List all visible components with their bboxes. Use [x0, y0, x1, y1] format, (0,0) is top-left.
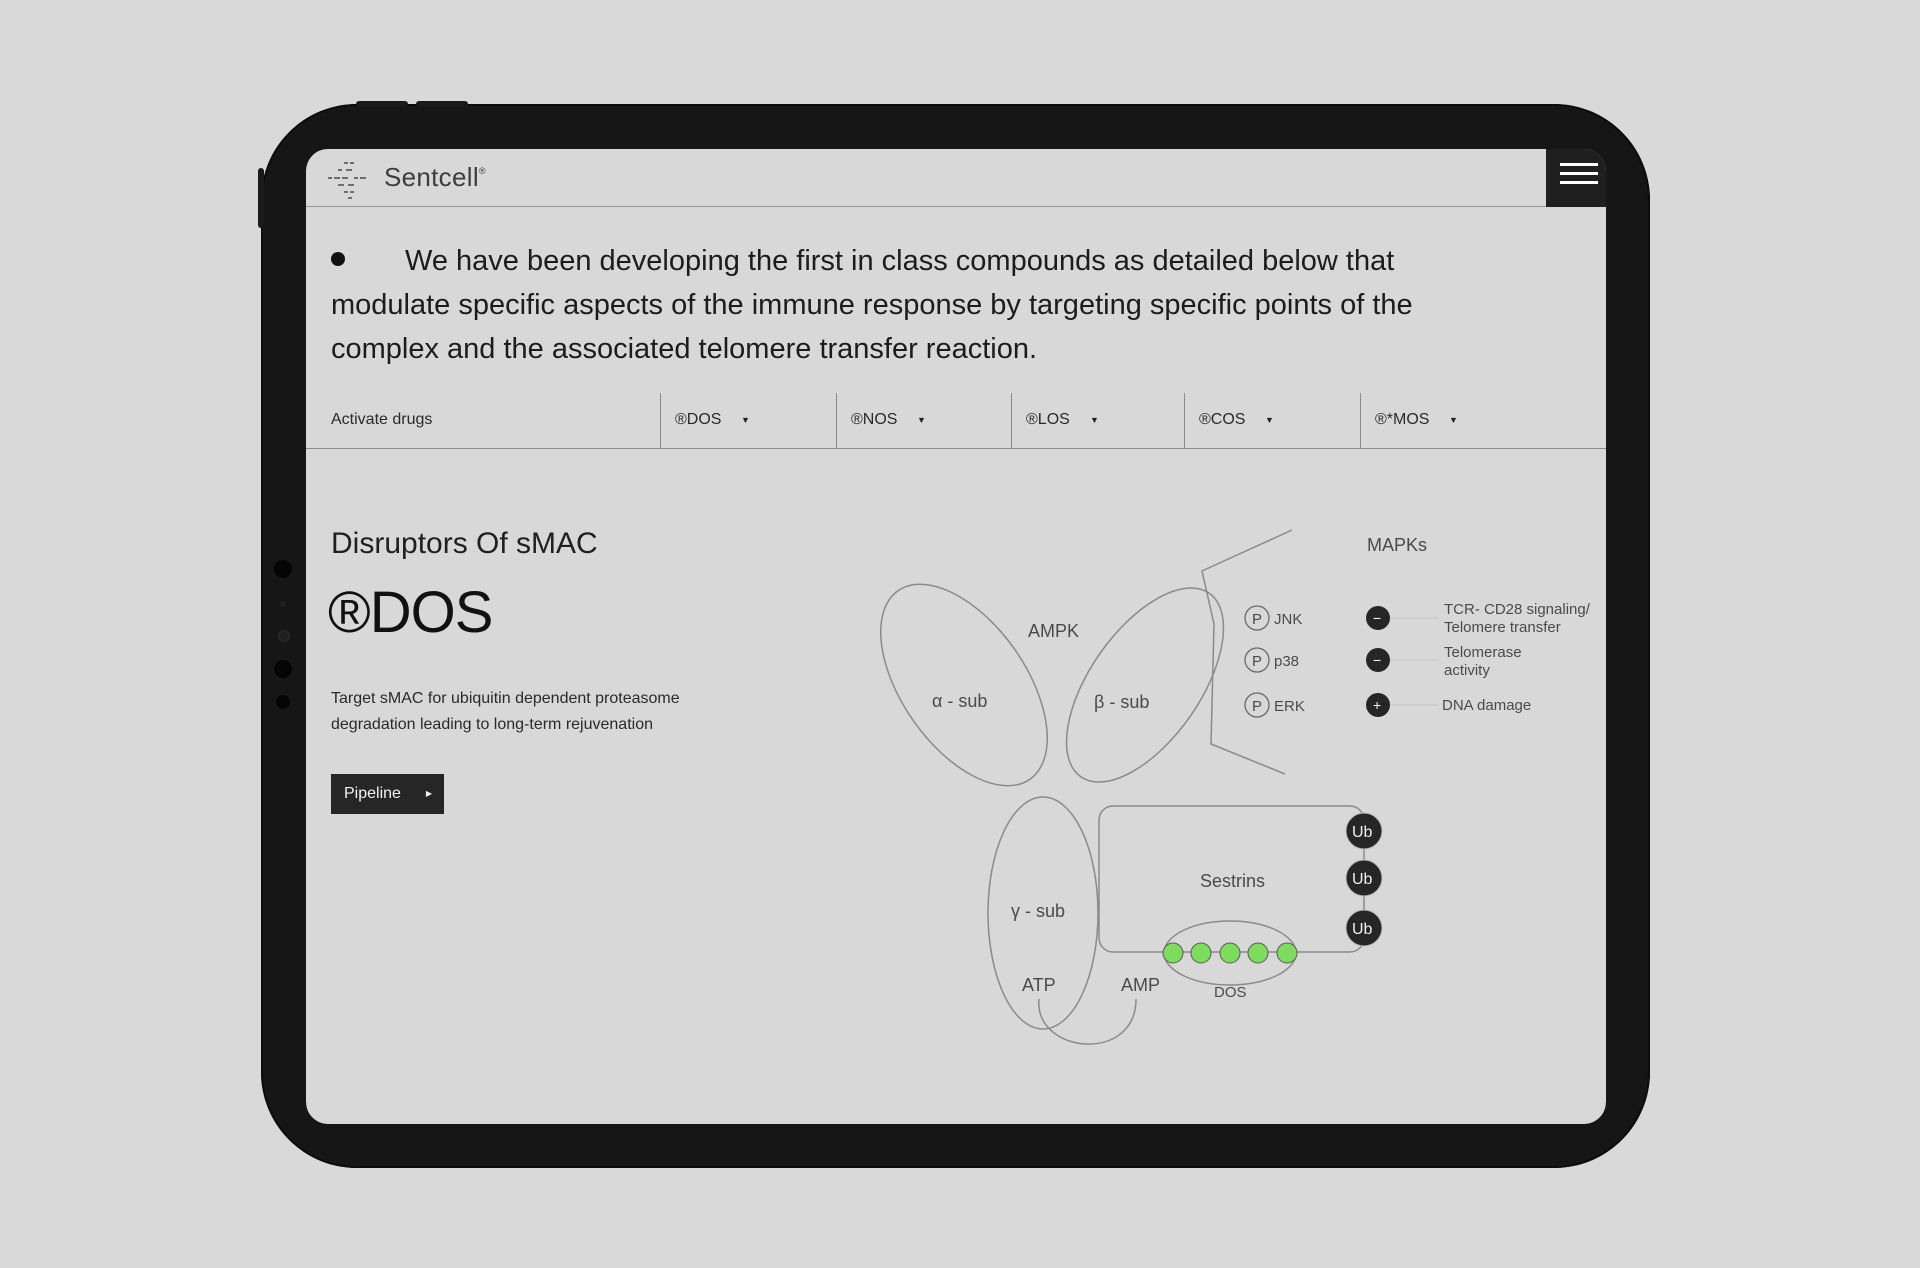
tablet-camera [274, 560, 292, 578]
ampk-pathway-diagram: AMPK α - sub β - sub γ - sub ATP AMP MAP… [880, 529, 1591, 1045]
dos-dot [1162, 942, 1184, 964]
dos-dot [1190, 942, 1212, 964]
effect-label: Telomerase [1444, 644, 1522, 661]
dos-molecule-chain [1162, 942, 1298, 964]
ub-label: Ub [1352, 921, 1373, 938]
beta-sub-ellipse [1065, 587, 1225, 783]
ampk-label: AMPK [1028, 621, 1079, 641]
dos-dot [1276, 942, 1298, 964]
effect-sign: + [1373, 697, 1381, 713]
phospho-symbol: P [1252, 611, 1262, 628]
atp-label: ATP [1022, 975, 1056, 995]
effect-label: activity [1444, 662, 1490, 679]
effect-sign: − [1373, 652, 1381, 668]
tablet-sensor [276, 695, 290, 709]
tablet-sensor [280, 601, 286, 607]
ub-label: Ub [1352, 871, 1373, 888]
beta-sub-label: β - sub [1094, 692, 1149, 712]
mapk-bracket [1201, 529, 1293, 775]
alpha-sub-label: α - sub [932, 691, 987, 711]
kinase-label: p38 [1274, 653, 1299, 670]
gamma-sub-label: γ - sub [1011, 901, 1065, 921]
dos-label: DOS [1214, 984, 1247, 1001]
tablet-button-top [416, 101, 468, 107]
phospho-symbol: P [1252, 653, 1262, 670]
effect-label: DNA damage [1442, 697, 1531, 714]
effect-label: Telomere transfer [1444, 619, 1561, 636]
effect-sign: − [1373, 610, 1381, 626]
kinase-label: JNK [1274, 611, 1302, 628]
dos-dot [1247, 942, 1269, 964]
screen: Sentcell® We have been developing the fi… [306, 149, 1606, 1124]
alpha-sub-ellipse [880, 583, 1048, 787]
dos-dot [1219, 942, 1241, 964]
tablet-sensor [278, 630, 290, 642]
ub-label: Ub [1352, 824, 1373, 841]
tablet-sensor [274, 660, 292, 678]
amp-label: AMP [1121, 975, 1160, 995]
tablet-button-top [356, 101, 408, 107]
tablet-button-side [258, 168, 264, 228]
phospho-symbol: P [1252, 698, 1262, 715]
mapks-label: MAPKs [1367, 535, 1427, 555]
effect-label: TCR- CD28 signaling/ [1444, 601, 1591, 618]
atp-amp-connector [1038, 998, 1137, 1045]
kinase-label: ERK [1274, 698, 1305, 715]
sestrins-label: Sestrins [1200, 871, 1265, 891]
